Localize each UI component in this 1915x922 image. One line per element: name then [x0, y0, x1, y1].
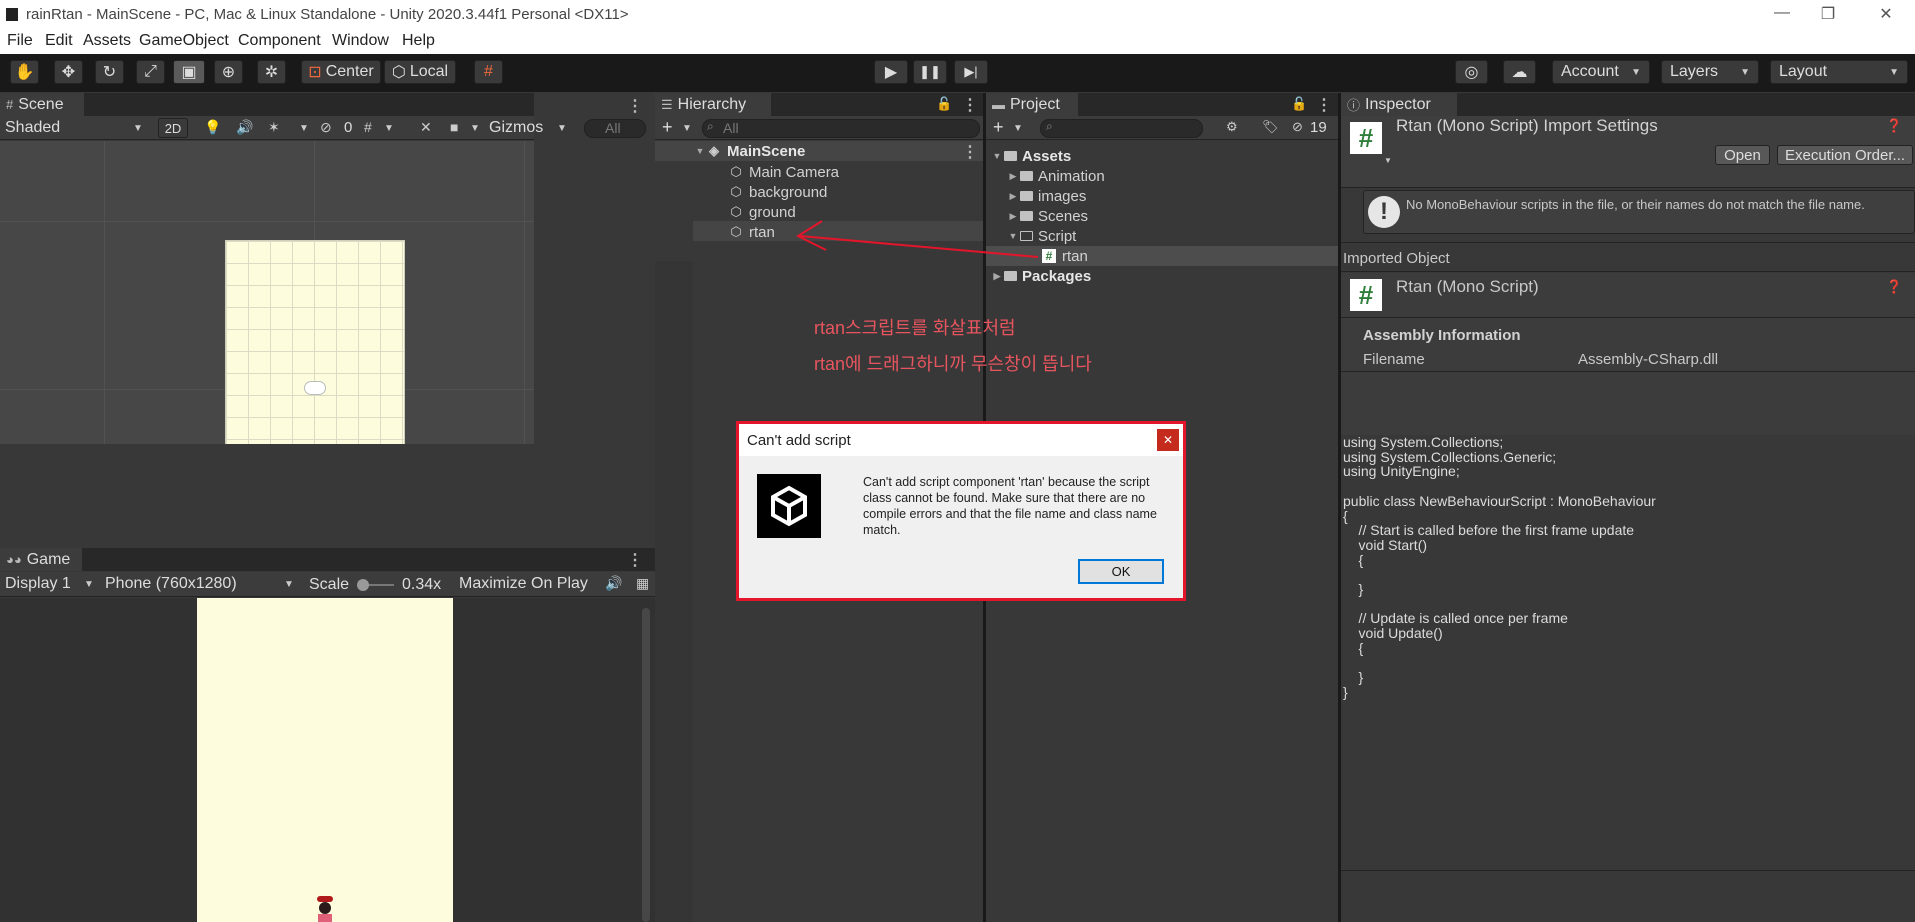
cant-add-script-dialog: Can't add script ✕ Can't add script comp… [736, 421, 1186, 601]
unity-logo-icon [757, 474, 821, 538]
unity-cube-glyph [771, 485, 807, 527]
annotation-line-1: rtan스크립트를 화살표처럼 [814, 318, 1016, 338]
ok-button[interactable]: OK [1078, 559, 1164, 584]
dialog-title-bar: Can't add script ✕ [739, 424, 1183, 456]
dialog-title: Can't add script [747, 432, 851, 449]
dialog-close-button[interactable]: ✕ [1157, 429, 1179, 451]
dialog-message: Can't add script component 'rtan' becaus… [863, 475, 1157, 537]
annotation-line-2: rtan에 드래그하니까 무슨창이 뜹니다 [814, 354, 1092, 374]
